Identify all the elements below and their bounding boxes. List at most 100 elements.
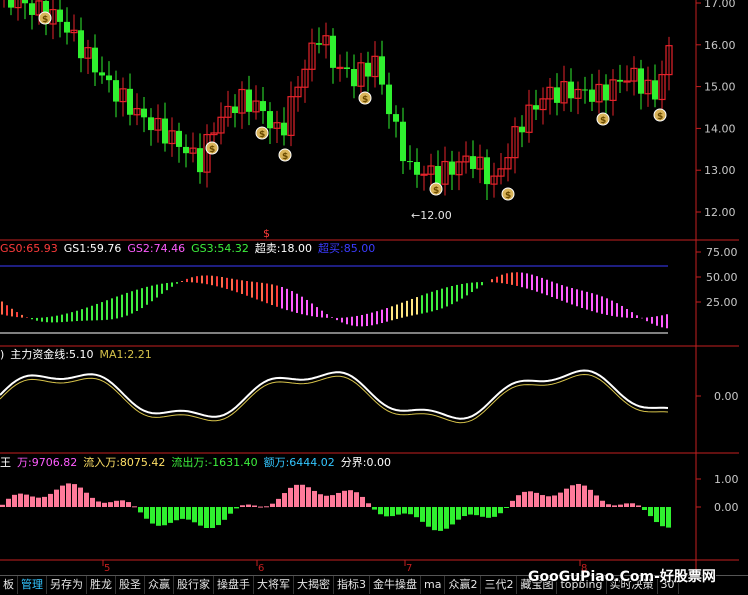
legend-item: 流出万:-1631.40 xyxy=(171,456,258,469)
indicator-tab[interactable]: 众赢2 xyxy=(445,576,482,594)
money-flow-bar xyxy=(150,507,155,524)
indicator-tab[interactable]: 板 xyxy=(0,576,18,594)
indicator-tab[interactable]: 金牛操盘 xyxy=(370,576,421,594)
money-bag-glyph: $ xyxy=(505,191,511,201)
candle-body xyxy=(141,108,147,118)
x-axis-label: 6 xyxy=(258,563,264,574)
money-bag-glyph: $ xyxy=(209,145,215,155)
gs-legend: GS0:65.93 GS1:59.76 GS2:74.46 GS3:54.32 超卖:1… xyxy=(0,242,381,255)
indicator-tab[interactable]: 众赢 xyxy=(145,576,174,594)
legend-item: 超买:85.00 xyxy=(318,242,376,255)
candle-body xyxy=(246,89,252,112)
money-flow-bar xyxy=(624,503,629,507)
candle-body xyxy=(57,9,63,22)
money-flow-bar xyxy=(294,484,299,507)
money-flow-bar xyxy=(444,507,449,529)
indicator-tab[interactable]: 另存为 xyxy=(47,576,87,594)
money-flow-bar xyxy=(204,507,209,528)
money-flow-bar xyxy=(534,492,539,507)
money-flow-bar xyxy=(408,507,413,515)
money-flow-bar xyxy=(120,500,125,507)
money-flow-bar xyxy=(504,507,509,508)
money-flow-bar xyxy=(66,483,71,507)
candle-body xyxy=(420,173,428,176)
x-axis-label: 5 xyxy=(104,563,110,574)
legend-item: 王 xyxy=(0,456,11,469)
candle-body xyxy=(99,72,105,76)
money-flow-bar xyxy=(528,491,533,507)
money-flow-bar xyxy=(216,507,221,526)
money-flow-bar xyxy=(612,505,617,507)
stock-chart-canvas[interactable]: 5678 $$$$$$ $$ $←12.00$ 17.0016.0015.0014.… xyxy=(0,0,748,594)
money-flow-bar xyxy=(306,487,311,507)
indicator-tab[interactable]: 股行家 xyxy=(174,576,214,594)
legend-item: 万:9706.82 xyxy=(17,456,78,469)
money-flow-bar xyxy=(414,507,419,518)
money-flow-bar xyxy=(72,484,77,507)
money-flow-bar xyxy=(18,493,23,507)
money-flow-bar xyxy=(354,492,359,507)
y-axis-labels: 17.00 16.00 15.00 14.00 13.00 12.00 75.00 50.00… xyxy=(696,0,739,514)
legend-item: 超卖:18.00 xyxy=(254,242,313,255)
candle-body xyxy=(106,75,112,81)
candle-body xyxy=(414,161,420,175)
money-flow-bar xyxy=(300,484,305,507)
indicator-tab[interactable]: ma xyxy=(421,576,446,594)
candle-body xyxy=(449,161,455,175)
signal-marker: $ xyxy=(263,227,270,240)
candle-body xyxy=(603,84,609,101)
legend-item: GS1:59.76 xyxy=(63,242,122,255)
right-info-strip xyxy=(739,0,748,575)
indicator-tab[interactable]: 指标3 xyxy=(334,576,370,594)
money-flow-bar xyxy=(360,496,365,507)
money-flow-bar xyxy=(348,490,353,507)
money-flow-bar xyxy=(426,507,431,527)
candle-body xyxy=(589,89,595,102)
money-flow-bar xyxy=(288,487,293,507)
indicator-tab[interactable]: 胜龙 xyxy=(87,576,116,594)
money-flow-bar xyxy=(12,494,17,507)
legend-item: MA1:2.21 xyxy=(99,348,152,361)
candle-body xyxy=(344,67,350,70)
money-flow-bar xyxy=(570,485,575,507)
money-flow-bar xyxy=(282,493,287,507)
candle-body xyxy=(470,156,476,169)
money-flow-bar xyxy=(168,507,173,523)
money-flow-bar xyxy=(486,507,491,518)
indicator-tab[interactable]: 三代2 xyxy=(481,576,518,594)
money-flow-bar xyxy=(126,502,131,507)
money-flow-bar xyxy=(192,507,197,523)
money-flow-bar xyxy=(102,502,107,507)
price-axis-label: 14.00 xyxy=(704,122,736,135)
indicator-tab[interactable]: 大揭密 xyxy=(294,576,334,594)
candle-body xyxy=(267,111,273,129)
money-flow-bar xyxy=(132,506,137,508)
candle-body xyxy=(113,80,119,102)
indicator-tab[interactable]: 股圣 xyxy=(116,576,145,594)
gs-axis-label: 25.00 xyxy=(706,296,738,309)
money-flow-bar xyxy=(384,507,389,517)
candle-body xyxy=(176,130,182,147)
candle-body xyxy=(330,35,336,68)
money-flow-bar xyxy=(48,493,53,507)
candle-body xyxy=(617,79,623,82)
indicator-tab[interactable]: 操盘手 xyxy=(214,576,254,594)
money-bag-glyph: $ xyxy=(433,186,439,196)
candle-body xyxy=(281,122,287,136)
candle-body xyxy=(29,3,35,15)
money-flow-bar xyxy=(618,504,623,507)
price-axis-label: 15.00 xyxy=(704,81,736,94)
money-flow-bar xyxy=(630,503,635,507)
money-flow-bar xyxy=(114,500,119,507)
volume-legend: 王万:9706.82 流入万:8075.42 流出万:-1631.40 额万:6444… xyxy=(0,456,397,469)
indicator-tab[interactable]: 大将军 xyxy=(254,576,294,594)
money-flow-bar xyxy=(666,507,671,528)
indicator-tab[interactable]: 管理 xyxy=(18,576,47,594)
price-axis-label: 17.00 xyxy=(704,0,736,10)
money-flow-bar xyxy=(54,489,59,507)
money-flow-bar xyxy=(540,495,545,507)
money-flow-bar xyxy=(162,507,167,526)
money-flow-bar xyxy=(210,507,215,528)
money-flow-bar xyxy=(600,500,605,507)
candle-body xyxy=(533,105,539,110)
